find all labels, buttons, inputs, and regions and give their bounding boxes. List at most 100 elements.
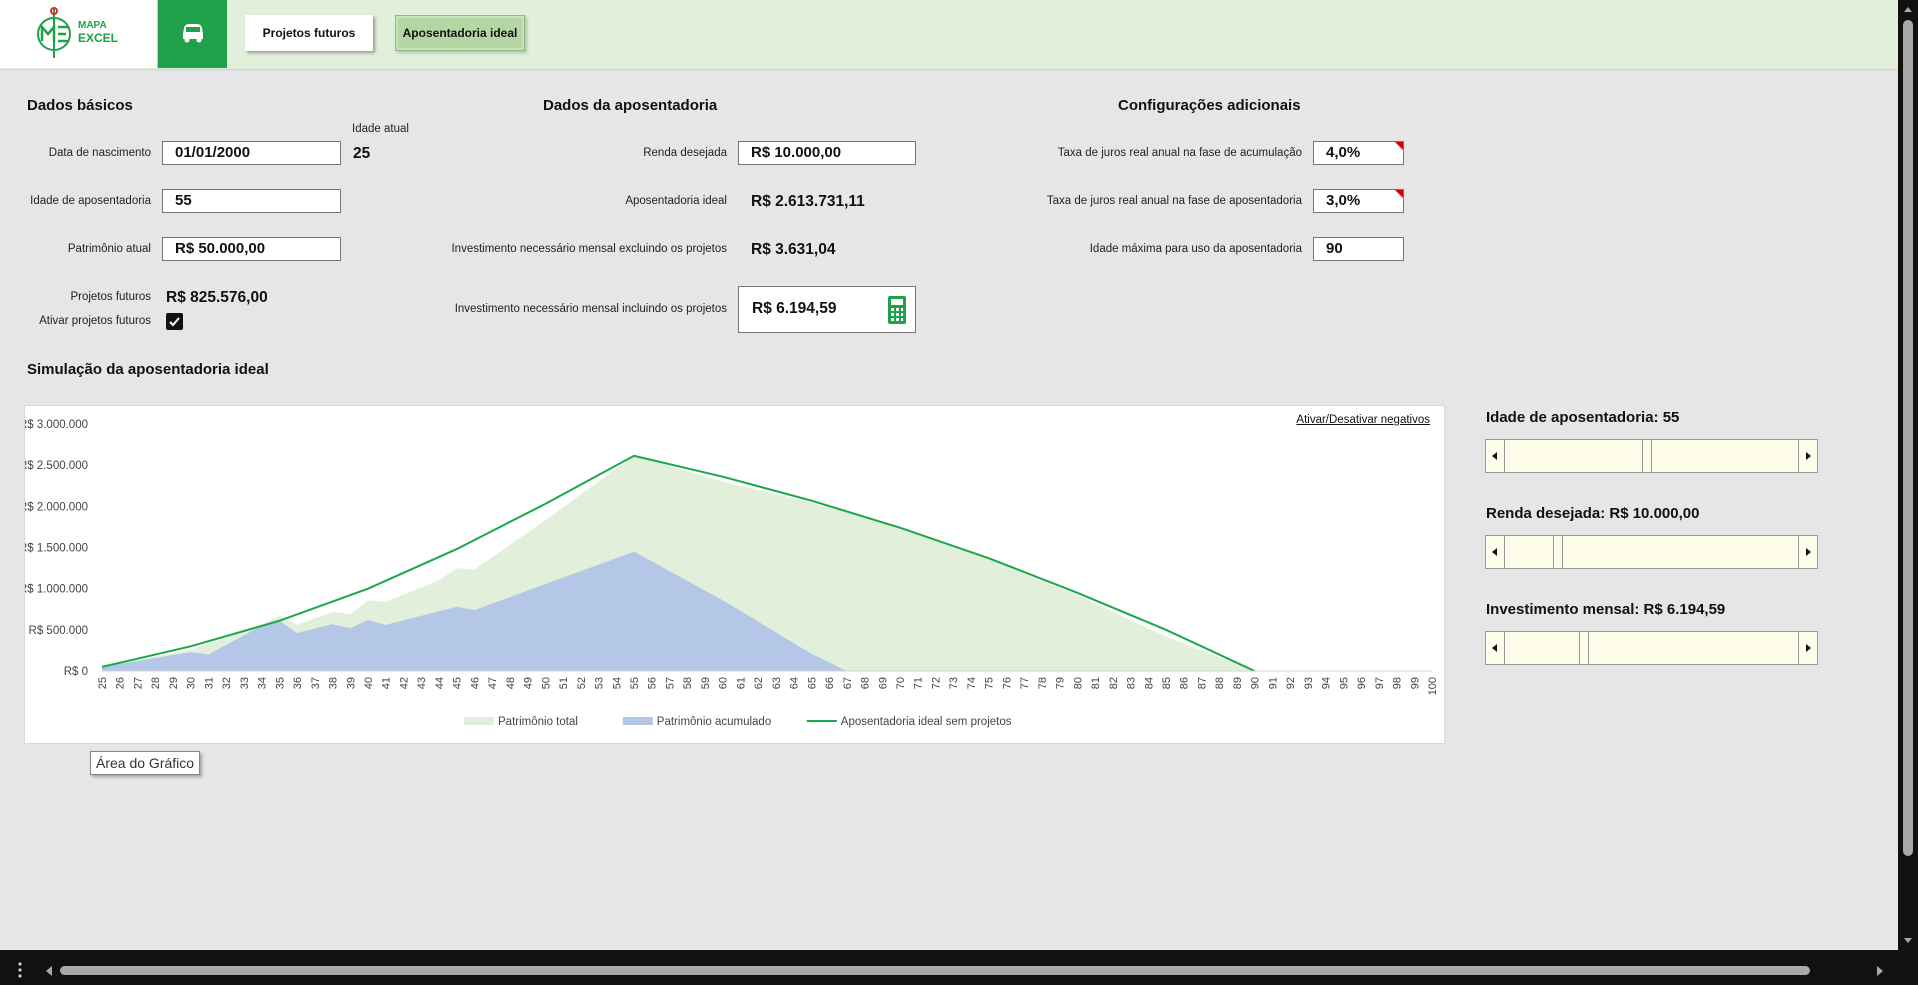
rate-retirement-label: Taxa de juros real anual na fase de apos… — [1046, 195, 1302, 207]
invest-scroll-thumb[interactable] — [1579, 632, 1590, 664]
x-tick-label: 25 — [97, 677, 109, 689]
activate-projects-label: Ativar projetos futuros — [39, 315, 151, 327]
vertical-scroll-thumb[interactable] — [1903, 20, 1913, 856]
legend-label: Aposentadoria ideal sem projetos — [841, 716, 1012, 728]
y-tick-label: R$ 0 — [64, 666, 88, 678]
scroll-right-arrow-icon[interactable] — [1798, 440, 1817, 472]
x-tick-label: 38 — [328, 677, 340, 689]
x-tick-label: 69 — [877, 677, 889, 689]
more-options-icon[interactable] — [15, 961, 25, 981]
scroll-right-arrow-icon[interactable] — [1798, 536, 1817, 568]
x-tick-label: 40 — [363, 677, 375, 689]
invest-excl-label: Investimento necessário mensal excluindo… — [451, 243, 727, 255]
scroll-left-icon[interactable] — [42, 964, 56, 978]
x-tick-label: 98 — [1392, 677, 1404, 689]
max-age-label: Idade máxima para uso da aposentadoria — [1089, 243, 1302, 255]
rate-accumulation-field[interactable]: 4,0% — [1313, 141, 1404, 165]
x-tick-label: 94 — [1321, 677, 1333, 689]
x-tick-label: 33 — [239, 677, 251, 689]
max-age-field[interactable]: 90 — [1313, 237, 1404, 261]
extra-section-title: Configurações adicionais — [1118, 97, 1301, 114]
scroll-left-arrow-icon[interactable] — [1486, 632, 1505, 664]
simulation-title: Simulação da aposentadoria ideal — [27, 361, 269, 378]
activate-projects-checkbox[interactable] — [166, 313, 183, 330]
invest-excl-value: R$ 3.631,04 — [751, 241, 836, 258]
x-tick-label: 75 — [984, 677, 996, 689]
basic-section-title: Dados básicos — [27, 97, 133, 114]
x-tick-label: 63 — [771, 677, 783, 689]
scroll-right-arrow-icon[interactable] — [1798, 632, 1817, 664]
x-tick-label: 86 — [1179, 677, 1191, 689]
horizontal-scroll-thumb[interactable] — [60, 966, 1810, 975]
invest-incl-value: R$ 6.194,59 — [752, 300, 837, 317]
x-tick-label: 28 — [150, 677, 162, 689]
vertical-scrollbar[interactable] — [1898, 0, 1918, 950]
birth-date-field[interactable]: 01/01/2000 — [162, 141, 341, 165]
x-tick-label: 99 — [1409, 677, 1421, 689]
scroll-up-icon[interactable] — [1898, 2, 1918, 16]
current-age-label: Idade atual — [352, 123, 409, 135]
chart-area[interactable]: Ativar/Desativar negativos R$ 0 R$ 500.00… — [19, 405, 1445, 744]
x-tick-label: 80 — [1072, 677, 1084, 689]
x-tick-label: 74 — [966, 677, 978, 689]
x-tick-label: 42 — [398, 677, 410, 689]
x-tick-label: 82 — [1108, 677, 1120, 689]
scroll-left-arrow-icon[interactable] — [1486, 536, 1505, 568]
x-tick-label: 54 — [611, 677, 623, 689]
calculator-icon[interactable] — [888, 296, 906, 324]
invest-scrollbar[interactable] — [1485, 631, 1818, 665]
x-tick-label: 37 — [310, 677, 322, 689]
scroll-left-arrow-icon[interactable] — [1486, 440, 1505, 472]
x-tick-label: 57 — [664, 677, 676, 689]
scroll-down-icon[interactable] — [1898, 934, 1918, 948]
scroll-right-icon[interactable] — [1873, 964, 1887, 978]
horizontal-scrollbar[interactable] — [0, 950, 1918, 985]
x-tick-label: 64 — [789, 677, 801, 689]
current-age-value: 25 — [353, 145, 371, 162]
x-tick-label: 78 — [1037, 677, 1049, 689]
tab-projetos-futuros[interactable]: Projetos futuros — [245, 15, 373, 51]
x-tick-label: 36 — [292, 677, 304, 689]
ideal-retirement-value: R$ 2.613.731,11 — [751, 193, 865, 210]
income-scroll-thumb[interactable] — [1553, 536, 1564, 568]
x-tick-label: 93 — [1303, 677, 1315, 689]
x-tick-label: 39 — [345, 677, 357, 689]
assets-field[interactable]: R$ 50.000,00 — [162, 237, 341, 261]
desired-income-field[interactable]: R$ 10.000,00 — [738, 141, 916, 165]
x-tick-label: 32 — [221, 677, 233, 689]
retire-age-scrollbar[interactable] — [1485, 439, 1818, 473]
car-icon — [183, 24, 203, 43]
income-control-title: Renda desejada: R$ 10.000,00 — [1486, 505, 1700, 522]
x-tick-label: 58 — [682, 677, 694, 689]
retire-age-field[interactable]: 55 — [162, 189, 341, 213]
income-scrollbar[interactable] — [1485, 535, 1818, 569]
x-tick-label: 47 — [487, 677, 499, 689]
tab-aposentadoria-ideal[interactable]: Aposentadoria ideal — [395, 15, 525, 51]
x-tick-label: 67 — [842, 677, 854, 689]
legend-swatch — [464, 717, 494, 725]
rate-retirement-field[interactable]: 3,0% — [1313, 189, 1404, 213]
comment-indicator-icon — [1395, 142, 1403, 150]
y-tick-label: R$ 3.000.000 — [25, 419, 88, 431]
x-tick-label: 72 — [930, 677, 942, 689]
top-ribbon: MAPA EXCEL Projetos futuros Aposentadori… — [0, 0, 1898, 70]
retire-age-scroll-thumb[interactable] — [1641, 440, 1652, 472]
x-tick-label: 66 — [824, 677, 836, 689]
invest-incl-label: Investimento necessário mensal incluindo… — [454, 303, 727, 315]
x-tick-label: 97 — [1374, 677, 1386, 689]
legend-label: Patrimônio total — [498, 716, 578, 728]
x-tick-label: 27 — [132, 677, 144, 689]
x-tick-label: 41 — [381, 677, 393, 689]
x-tick-label: 87 — [1196, 677, 1208, 689]
x-tick-label: 68 — [860, 677, 872, 689]
birth-date-label: Data de nascimento — [48, 147, 151, 159]
toggle-negatives-link[interactable]: Ativar/Desativar negativos — [1296, 414, 1430, 426]
comment-indicator-icon — [1395, 190, 1403, 198]
x-tick-label: 61 — [735, 677, 747, 689]
car-button[interactable] — [158, 0, 227, 68]
x-tick-label: 60 — [718, 677, 730, 689]
x-tick-label: 26 — [115, 677, 127, 689]
y-tick-label: R$ 1.500.000 — [25, 543, 88, 555]
x-tick-label: 88 — [1214, 677, 1226, 689]
logo-text-bottom: EXCEL — [78, 31, 119, 45]
